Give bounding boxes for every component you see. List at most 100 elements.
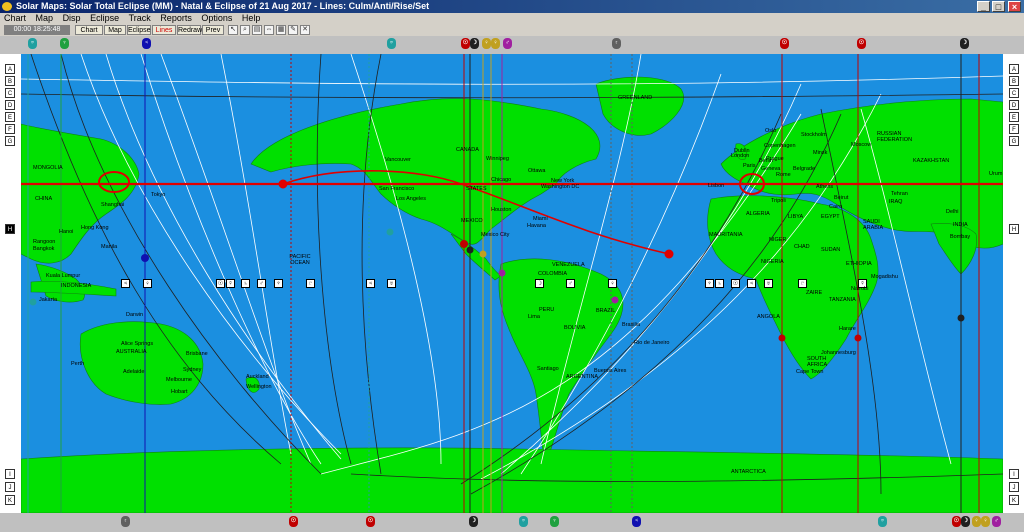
line-legend-icon[interactable]: G	[5, 136, 15, 146]
planet-glyph-icon[interactable]: ♅	[878, 516, 887, 527]
planet-glyph-icon[interactable]: ♇	[121, 516, 130, 527]
grid-icon[interactable]: ▦	[276, 25, 286, 35]
menu-map[interactable]: Map	[36, 13, 54, 23]
line-legend-icon[interactable]: H	[5, 224, 15, 234]
planet-glyph-icon[interactable]: ♀	[491, 38, 500, 49]
map-label: Delhi	[946, 209, 959, 215]
map-label: Alice Springs	[121, 341, 154, 347]
planet-glyph-icon[interactable]: ☽	[470, 38, 479, 49]
aspect-glyph-icon[interactable]: ♄	[241, 279, 250, 288]
planet-glyph-icon[interactable]: ☉	[857, 38, 866, 49]
line-legend-icon[interactable]: K	[5, 495, 15, 505]
planet-glyph-icon[interactable]: ♀	[972, 516, 981, 527]
aspect-glyph-icon[interactable]: ♃	[366, 279, 375, 288]
line-legend-icon[interactable]: F	[1009, 124, 1019, 134]
close-button[interactable]: ×	[1008, 1, 1021, 12]
line-legend-icon[interactable]: B	[1009, 76, 1019, 86]
line-legend-icon[interactable]: A	[5, 64, 15, 74]
world-map[interactable]: ♃ ♀ ☉ ☿ ♄ ♂ ♆ ♇ ♃ ♅ ☽ ♂ ♀ ♆ ♄ ☉ ♃ ♅ ♇ ☿ …	[21, 54, 1003, 513]
aspect-glyph-icon[interactable]: ♄	[715, 279, 724, 288]
prev-button[interactable]: Prev	[202, 25, 224, 35]
cursor-icon[interactable]: ↖	[228, 25, 238, 35]
eclipse-button[interactable]: Eclipse	[127, 25, 151, 35]
aspect-glyph-icon[interactable]: ♇	[306, 279, 315, 288]
planet-glyph-icon[interactable]: ♅	[519, 516, 528, 527]
line-legend-icon[interactable]: E	[5, 112, 15, 122]
line-legend-icon[interactable]: J	[5, 482, 15, 492]
line-legend-icon[interactable]: F	[5, 124, 15, 134]
print-icon[interactable]: ▤	[252, 25, 262, 35]
line-legend-icon[interactable]: B	[5, 76, 15, 86]
line-legend-icon[interactable]: A	[1009, 64, 1019, 74]
planet-glyph-icon[interactable]: ♂	[503, 38, 512, 49]
planet-glyph-icon[interactable]: ☽	[961, 516, 970, 527]
planet-glyph-icon[interactable]: ☉	[461, 38, 470, 49]
aspect-glyph-icon[interactable]: ♃	[121, 279, 130, 288]
tools-icon[interactable]: ✎	[288, 25, 298, 35]
lines-button[interactable]: Lines	[152, 25, 176, 35]
line-legend-icon[interactable]: I	[1009, 469, 1019, 479]
aspect-glyph-icon[interactable]: ♅	[387, 279, 396, 288]
planet-glyph-icon[interactable]: ☉	[366, 516, 375, 527]
aspect-glyph-icon[interactable]: ♇	[798, 279, 807, 288]
line-legend-icon[interactable]: H	[1009, 224, 1019, 234]
menu-chart[interactable]: Chart	[4, 13, 26, 23]
line-legend-icon[interactable]: G	[1009, 136, 1019, 146]
zoom-icon[interactable]: ⌕	[240, 25, 250, 35]
aspect-glyph-icon[interactable]: ♅	[764, 279, 773, 288]
minimize-button[interactable]: _	[977, 1, 990, 12]
map-label: Sydney	[183, 367, 202, 373]
aspect-glyph-icon[interactable]: ☽	[535, 279, 544, 288]
menu-help[interactable]: Help	[242, 13, 261, 23]
aspect-glyph-icon[interactable]: ♃	[747, 279, 756, 288]
planet-glyph-icon[interactable]: ♅	[28, 38, 37, 49]
chart-button[interactable]: Chart	[75, 25, 103, 35]
line-legend-icon[interactable]: D	[1009, 100, 1019, 110]
map-label: ARGENTINA	[566, 374, 599, 380]
planet-glyph-icon[interactable]: ♀	[981, 516, 990, 527]
aspect-glyph-icon[interactable]: ♆	[274, 279, 283, 288]
planet-glyph-icon[interactable]: ☉	[289, 516, 298, 527]
menu-eclipse[interactable]: Eclipse	[90, 13, 119, 23]
aspect-glyph-icon[interactable]: ♂	[566, 279, 575, 288]
line-legend-icon[interactable]: C	[5, 88, 15, 98]
menu-track[interactable]: Track	[129, 13, 151, 23]
aspect-glyph-icon[interactable]: ♀	[608, 279, 617, 288]
line-legend-icon[interactable]: C	[1009, 88, 1019, 98]
aspect-glyph-icon[interactable]: ☉	[216, 279, 225, 288]
aspect-glyph-icon[interactable]: ☿	[226, 279, 235, 288]
redraw-button[interactable]: Redraw	[177, 25, 202, 35]
planet-glyph-icon[interactable]: ♂	[992, 516, 1001, 527]
planet-glyph-icon[interactable]: ♆	[60, 38, 69, 49]
line-legend-icon[interactable]: E	[1009, 112, 1019, 122]
planet-glyph-icon[interactable]: ♅	[387, 38, 396, 49]
line-legend-icon[interactable]: K	[1009, 495, 1019, 505]
close-map-icon[interactable]: ✕	[300, 25, 310, 35]
menu-options[interactable]: Options	[201, 13, 232, 23]
planet-glyph-icon[interactable]: ♀	[482, 38, 491, 49]
planet-glyph-icon[interactable]: ☽	[469, 516, 478, 527]
line-legend-icon[interactable]: I	[5, 469, 15, 479]
line-legend-icon[interactable]: D	[5, 100, 15, 110]
planet-glyph-icon[interactable]: ♆	[550, 516, 559, 527]
map-label: Harare	[839, 326, 856, 332]
map-label: KAZAKHSTAN	[913, 158, 950, 164]
planet-glyph-icon[interactable]: ♃	[142, 38, 151, 49]
line-legend-icon[interactable]: J	[1009, 482, 1019, 492]
scale-icon[interactable]: ⇔	[264, 25, 274, 35]
map-button[interactable]: Map	[104, 25, 126, 35]
planet-glyph-icon[interactable]: ♇	[612, 38, 621, 49]
aspect-glyph-icon[interactable]: ☉	[731, 279, 740, 288]
aspect-glyph-icon[interactable]: ♆	[705, 279, 714, 288]
planet-glyph-icon[interactable]: ☉	[952, 516, 961, 527]
maximize-button[interactable]: □	[992, 1, 1005, 12]
menu-disp[interactable]: Disp	[63, 13, 81, 23]
planet-glyph-icon[interactable]: ♃	[632, 516, 641, 527]
planet-glyph-icon[interactable]: ☉	[780, 38, 789, 49]
map-label: Brasilia	[622, 322, 641, 328]
aspect-glyph-icon[interactable]: ♀	[143, 279, 152, 288]
map-label: NIGERIA	[761, 259, 784, 265]
aspect-glyph-icon[interactable]: ♂	[257, 279, 266, 288]
menu-reports[interactable]: Reports	[160, 13, 192, 23]
planet-glyph-icon[interactable]: ☽	[960, 38, 969, 49]
